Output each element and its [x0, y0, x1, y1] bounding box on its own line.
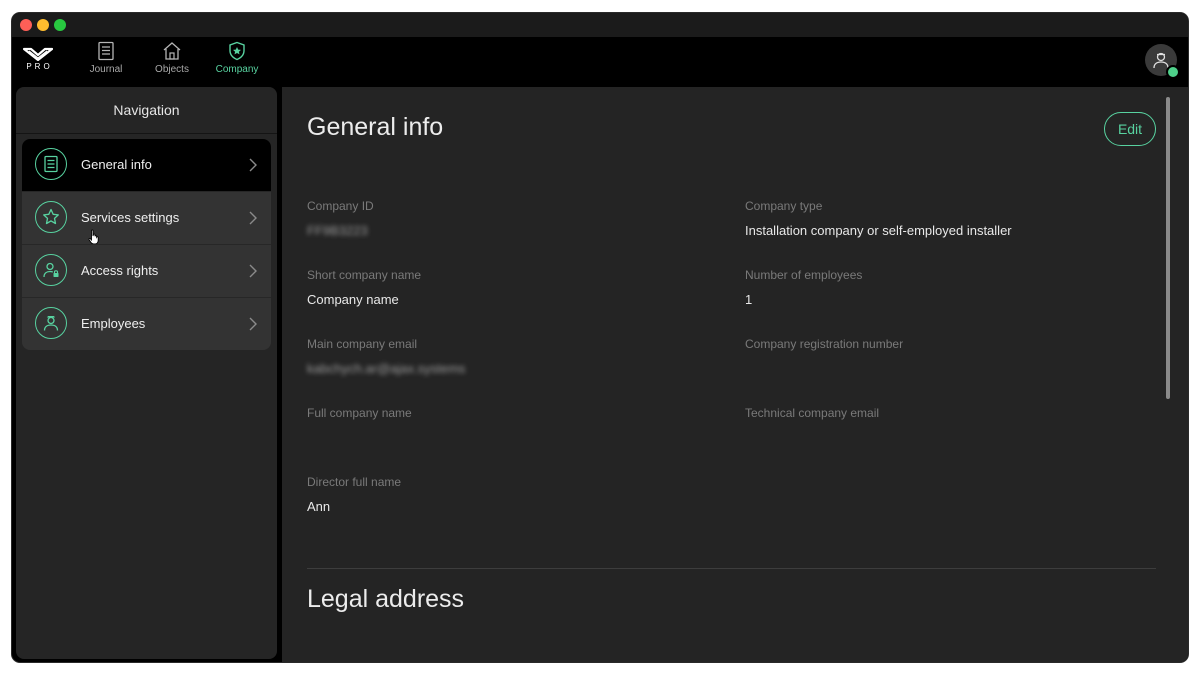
user-avatar-button[interactable]: [1145, 44, 1180, 79]
sidebar-item-label: General info: [81, 157, 152, 172]
sidebar-item-access-rights[interactable]: Access rights: [22, 244, 271, 297]
user-lock-icon: [35, 254, 67, 286]
hand-pointer-cursor-icon: [88, 229, 99, 245]
minimize-window-button[interactable]: [37, 19, 49, 31]
chevron-right-icon: [249, 317, 257, 331]
online-status-indicator: [1166, 65, 1180, 79]
logo-icon: [23, 47, 53, 61]
company-registration-number-label: Company registration number: [745, 337, 904, 351]
full-company-name-label: Full company name: [307, 406, 412, 420]
edit-button[interactable]: Edit: [1104, 112, 1156, 146]
shield-star-icon: [229, 41, 245, 61]
sidebar-item-label: Access rights: [81, 263, 159, 278]
company-id-value: FF9B3223: [307, 223, 368, 238]
company-id-label: Company ID: [307, 199, 374, 213]
short-company-name-label: Short company name: [307, 268, 422, 282]
tab-company-label: Company: [215, 64, 259, 75]
navigation-sidebar: Navigation General info Services setting…: [16, 87, 277, 659]
sidebar-item-employees[interactable]: Employees: [22, 297, 271, 350]
logo-text: PRO: [26, 62, 53, 71]
number-of-employees-label: Number of employees: [745, 268, 863, 282]
sidebar-item-services-settings[interactable]: Services settings: [22, 191, 271, 245]
main-content: General info Edit Company ID FF9B3223 Co…: [282, 87, 1188, 662]
tab-journal-label: Journal: [89, 64, 123, 75]
page-title: General info: [307, 113, 444, 141]
technical-company-email-label: Technical company email: [745, 406, 880, 420]
company-type-value: Installation company or self-employed in…: [745, 223, 1012, 238]
company-type-label: Company type: [745, 199, 823, 213]
scrollbar[interactable]: [1166, 97, 1170, 399]
chevron-right-icon: [249, 264, 257, 278]
tab-objects-label: Objects: [155, 64, 189, 75]
sidebar-title: Navigation: [16, 87, 277, 134]
short-company-name-value: Company name: [307, 292, 399, 307]
main-company-email-value: kabchych.ar@ajax.systems: [307, 361, 466, 376]
legal-address-heading: Legal address: [307, 585, 465, 613]
chevron-right-icon: [249, 158, 257, 172]
tab-company[interactable]: Company: [205, 41, 269, 85]
app-window: PRO Journal Objects Company Navigation G…: [12, 13, 1188, 662]
app-logo: PRO: [20, 47, 56, 77]
document-icon: [35, 148, 67, 180]
tab-objects[interactable]: Objects: [140, 41, 204, 85]
house-icon: [163, 42, 181, 60]
chevron-right-icon: [249, 211, 257, 225]
star-icon: [35, 201, 67, 233]
sidebar-item-general-info[interactable]: General info: [22, 139, 271, 191]
director-full-name-label: Director full name: [307, 475, 402, 489]
close-window-button[interactable]: [20, 19, 32, 31]
sidebar-nav-list: General info Services settings Access ri…: [22, 139, 271, 350]
section-divider: [307, 568, 1156, 569]
director-full-name-value: Ann: [307, 499, 331, 514]
employee-icon: [35, 307, 67, 339]
journal-icon: [98, 41, 114, 61]
sidebar-item-label: Services settings: [81, 210, 180, 225]
top-navigation-bar: PRO Journal Objects Company: [12, 37, 1188, 87]
tab-journal[interactable]: Journal: [74, 41, 138, 85]
number-of-employees-value: 1: [745, 292, 753, 307]
sidebar-item-label: Employees: [81, 316, 146, 331]
zoom-window-button[interactable]: [54, 19, 66, 31]
title-bar: [12, 13, 1188, 37]
main-company-email-label: Main company email: [307, 337, 418, 351]
